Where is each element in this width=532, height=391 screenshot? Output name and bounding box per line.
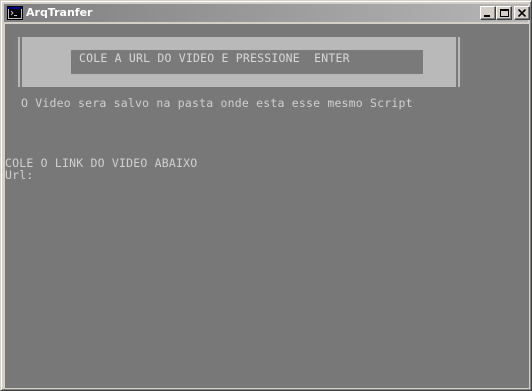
minimize-icon: [484, 15, 490, 17]
banner-stripe: [20, 37, 22, 87]
close-icon: [518, 9, 527, 17]
minimize-button[interactable]: [480, 6, 496, 20]
link-prompt-heading: COLE O LINK DO VIDEO ABAIXO: [5, 156, 198, 170]
header-banner: COLE A URL DO VIDEO E PRESSIONE ENTER: [15, 37, 463, 87]
save-location-info: O Video sera salvo na pasta onde esta es…: [21, 96, 413, 110]
window-title: ArqTranfer: [26, 6, 93, 19]
banner-stripe: [456, 37, 458, 87]
url-input-prompt[interactable]: Url:: [5, 168, 34, 182]
title-bar[interactable]: ArqTranfer: [4, 4, 530, 22]
banner-stripe: [15, 37, 18, 87]
banner-stripe: [460, 37, 463, 87]
banner-message: COLE A URL DO VIDEO E PRESSIONE ENTER: [79, 51, 350, 65]
close-button[interactable]: [514, 6, 530, 20]
banner-message-box: COLE A URL DO VIDEO E PRESSIONE ENTER: [71, 50, 423, 74]
console-output-area[interactable]: COLE A URL DO VIDEO E PRESSIONE ENTER O …: [5, 24, 529, 388]
console-app-icon[interactable]: [7, 5, 23, 21]
maximize-button[interactable]: [496, 6, 512, 20]
console-window: ArqTranfer COLE A URL DO VIDEO E PRESSIO…: [0, 0, 532, 391]
maximize-icon: [500, 9, 509, 17]
